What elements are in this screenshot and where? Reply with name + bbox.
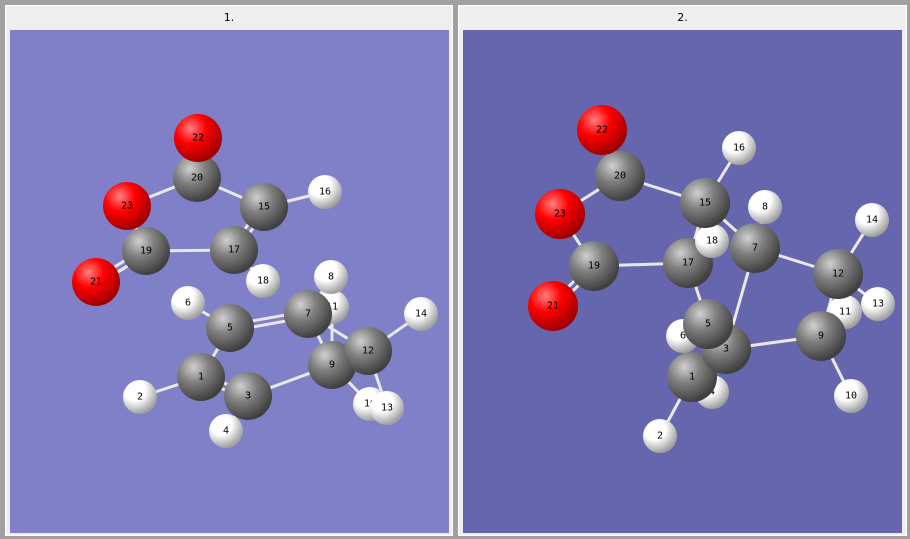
view-title-2: 2. [677,11,688,24]
atom-C-12[interactable]: 12 [813,249,863,299]
atom-O-21[interactable]: 21 [72,258,120,306]
atom-C-7[interactable]: 7 [730,223,780,273]
atom-label: 22 [596,125,608,136]
atom-label: 7 [305,309,311,320]
atom-O-23[interactable]: 23 [103,182,151,230]
atom-label: 17 [682,258,694,269]
atom-label: 2 [657,431,663,442]
atom-label: 7 [752,243,758,254]
atom-H-8[interactable]: 8 [314,260,348,294]
atom-H-18[interactable]: 18 [695,224,729,258]
atom-label: 6 [185,298,191,309]
atom-label: 10 [845,391,857,402]
atom-O-22[interactable]: 22 [174,114,222,162]
atom-H-18[interactable]: 18 [246,264,280,298]
molecule-canvas-1[interactable]: 62410 13131195127814171819211516232022 [10,30,449,533]
atom-C-3[interactable]: 3 [224,372,272,420]
atom-C-15[interactable]: 15 [680,178,730,228]
atom-label: 21 [90,277,102,288]
atom-H-16[interactable]: 16 [308,175,342,209]
molecule-view-1: 1. 6 2 4 10 13 1 3 11 9 5 12 7 8 14 17 18 19 21 15 16 23 20 22 [5,5,453,536]
atom-label: 9 [818,331,824,342]
atom-label: 4 [223,426,229,437]
atom-H-10[interactable]: 10 [834,379,868,413]
atom-label: 17 [228,245,240,256]
molecule-view-2: 2. 6241013131195127814171819211516232022 [458,5,907,536]
atom-label: 14 [866,215,878,226]
atom-H-2[interactable]: 2 [123,380,157,414]
atom-label: 12 [362,346,374,357]
atom-label: 1 [198,372,204,383]
atom-label: 21 [547,301,559,312]
atom-label: 23 [121,201,133,212]
atom-label: 18 [257,276,269,287]
atom-C-9[interactable]: 9 [796,311,846,361]
atom-label: 22 [192,133,204,144]
atom-label: 23 [554,209,566,220]
atom-label: 16 [733,143,745,154]
atom-H-6[interactable]: 6 [171,286,205,320]
atom-H-13[interactable]: 13 [370,391,404,425]
atom-C-12[interactable]: 12 [344,327,392,375]
atom-label: 5 [705,319,711,330]
atom-label: 1 [689,372,695,383]
atom-label: 13 [381,403,393,414]
atom-label: 11 [839,307,851,318]
atom-C-5[interactable]: 5 [206,304,254,352]
atom-label: 18 [706,236,718,247]
atom-label: 3 [245,391,251,402]
atom-label: 19 [140,246,152,257]
atom-label: 16 [319,187,331,198]
atom-H-14[interactable]: 14 [855,203,889,237]
atom-H-8[interactable]: 8 [748,190,782,224]
atom-C-15[interactable]: 15 [240,183,288,231]
atom-label: 20 [614,171,626,182]
atom-H-16[interactable]: 16 [722,131,756,165]
atom-label: 15 [258,202,270,213]
atom-C-5[interactable]: 5 [683,299,733,349]
molecule-canvas-2[interactable]: 6241013131195127814171819211516232022 [463,30,902,533]
atom-C-1[interactable]: 1 [177,353,225,401]
atom-label: 20 [191,173,203,184]
atom-C-20[interactable]: 20 [595,151,645,201]
atom-label: 2 [137,392,143,403]
atom-label: 3 [723,344,729,355]
atom-label: 12 [832,269,844,280]
atom-H-14[interactable]: 14 [404,297,438,331]
atom-label: 8 [762,202,768,213]
atom-C-7[interactable]: 7 [284,290,332,338]
atom-label: 13 [872,299,884,310]
atom-H-4[interactable]: 4 [209,414,243,448]
atom-label: 19 [588,261,600,272]
atom-H-13[interactable]: 13 [861,287,895,321]
atom-label: 9 [329,360,335,371]
view-title-1: 1. [223,11,235,24]
atom-C-19[interactable]: 19 [569,241,619,291]
atom-O-22[interactable]: 22 [577,105,627,155]
atom-C-19[interactable]: 19 [122,227,170,275]
atom-label: 15 [699,198,711,209]
atom-C-17[interactable]: 17 [210,226,258,274]
atom-H-2[interactable]: 2 [643,419,677,453]
atom-label: 5 [227,323,233,334]
atom-O-21[interactable]: 21 [528,281,578,331]
atom-O-23[interactable]: 23 [535,189,585,239]
atom-label: 14 [415,309,427,320]
atom-label: 8 [328,272,334,283]
